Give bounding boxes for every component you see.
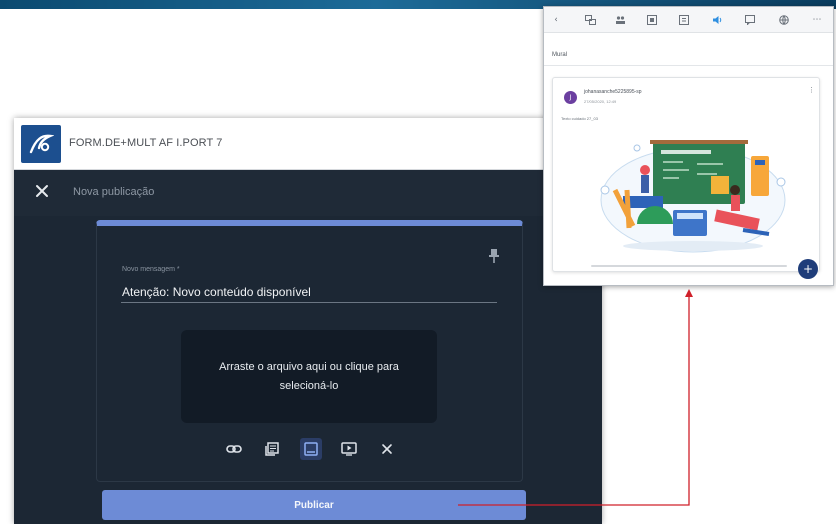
globe-icon[interactable]	[776, 12, 792, 28]
close-dialog-button[interactable]	[32, 181, 52, 201]
close-icon	[36, 185, 48, 197]
post-date: 27/05/2020, 12:49	[584, 99, 617, 104]
link-icon	[226, 445, 242, 453]
back-icon[interactable]: ‹	[548, 12, 564, 28]
add-post-button[interactable]: +	[798, 259, 818, 279]
share-icon[interactable]	[582, 12, 598, 28]
post-text: Texto cuidado 27_03	[561, 116, 598, 121]
dialog-title: Nova publicação	[73, 186, 155, 198]
new-post-card: Novo mensagem * Arraste o arquivo aqui o…	[96, 220, 523, 482]
course-header: FORM.DE+MULT AF I.PORT 7	[14, 118, 602, 170]
avatar: J	[564, 91, 577, 104]
close-icon	[382, 444, 392, 454]
course-title: FORM.DE+MULT AF I.PORT 7	[69, 137, 223, 149]
attach-document-button[interactable]	[261, 438, 283, 460]
post-author: johanasanche5225895-sp	[584, 89, 642, 95]
divider	[544, 65, 833, 66]
dropzone-text: Arraste o arquivo aqui ou clique para se…	[219, 360, 399, 392]
chat-icon[interactable]	[742, 12, 758, 28]
grid-icon[interactable]	[644, 12, 660, 28]
attach-image-button[interactable]	[300, 438, 322, 460]
document-icon	[265, 442, 279, 456]
main-window: FORM.DE+MULT AF I.PORT 7 Nova publicação…	[14, 118, 602, 524]
mural-post-card[interactable]: J johanasanche5225895-sp 27/05/2020, 12:…	[552, 77, 820, 272]
attachment-toolbar	[223, 438, 398, 460]
message-input[interactable]	[121, 281, 497, 303]
copy-icon[interactable]	[676, 12, 692, 28]
more-icon[interactable]: ⋯	[809, 12, 825, 28]
mural-window: ‹ ⋯ Mural J johanasanche5225895-sp 27/05…	[543, 6, 834, 286]
pin-icon	[489, 249, 499, 263]
people-icon[interactable]	[612, 12, 628, 28]
attach-link-button[interactable]	[223, 438, 245, 460]
mural-title: Mural	[552, 52, 568, 58]
post-scrollbar[interactable]	[591, 265, 787, 267]
remove-attachment-button[interactable]	[376, 438, 398, 460]
math-illustration-image	[600, 140, 786, 253]
logo	[21, 125, 61, 163]
file-dropzone[interactable]: Arraste o arquivo aqui ou clique para se…	[181, 330, 437, 423]
mural-toolbar: ‹ ⋯	[544, 7, 833, 33]
image-icon	[304, 442, 318, 456]
dialog-toolbar: Nova publicação	[14, 170, 602, 216]
attach-video-button[interactable]	[338, 438, 360, 460]
post-menu-icon[interactable]: ⋮	[808, 86, 815, 94]
sound-icon[interactable]	[709, 12, 725, 28]
message-label: Novo mensagem *	[122, 266, 180, 273]
video-icon	[341, 442, 357, 456]
publish-button[interactable]: Publicar	[102, 490, 526, 520]
pin-button[interactable]	[489, 248, 499, 264]
